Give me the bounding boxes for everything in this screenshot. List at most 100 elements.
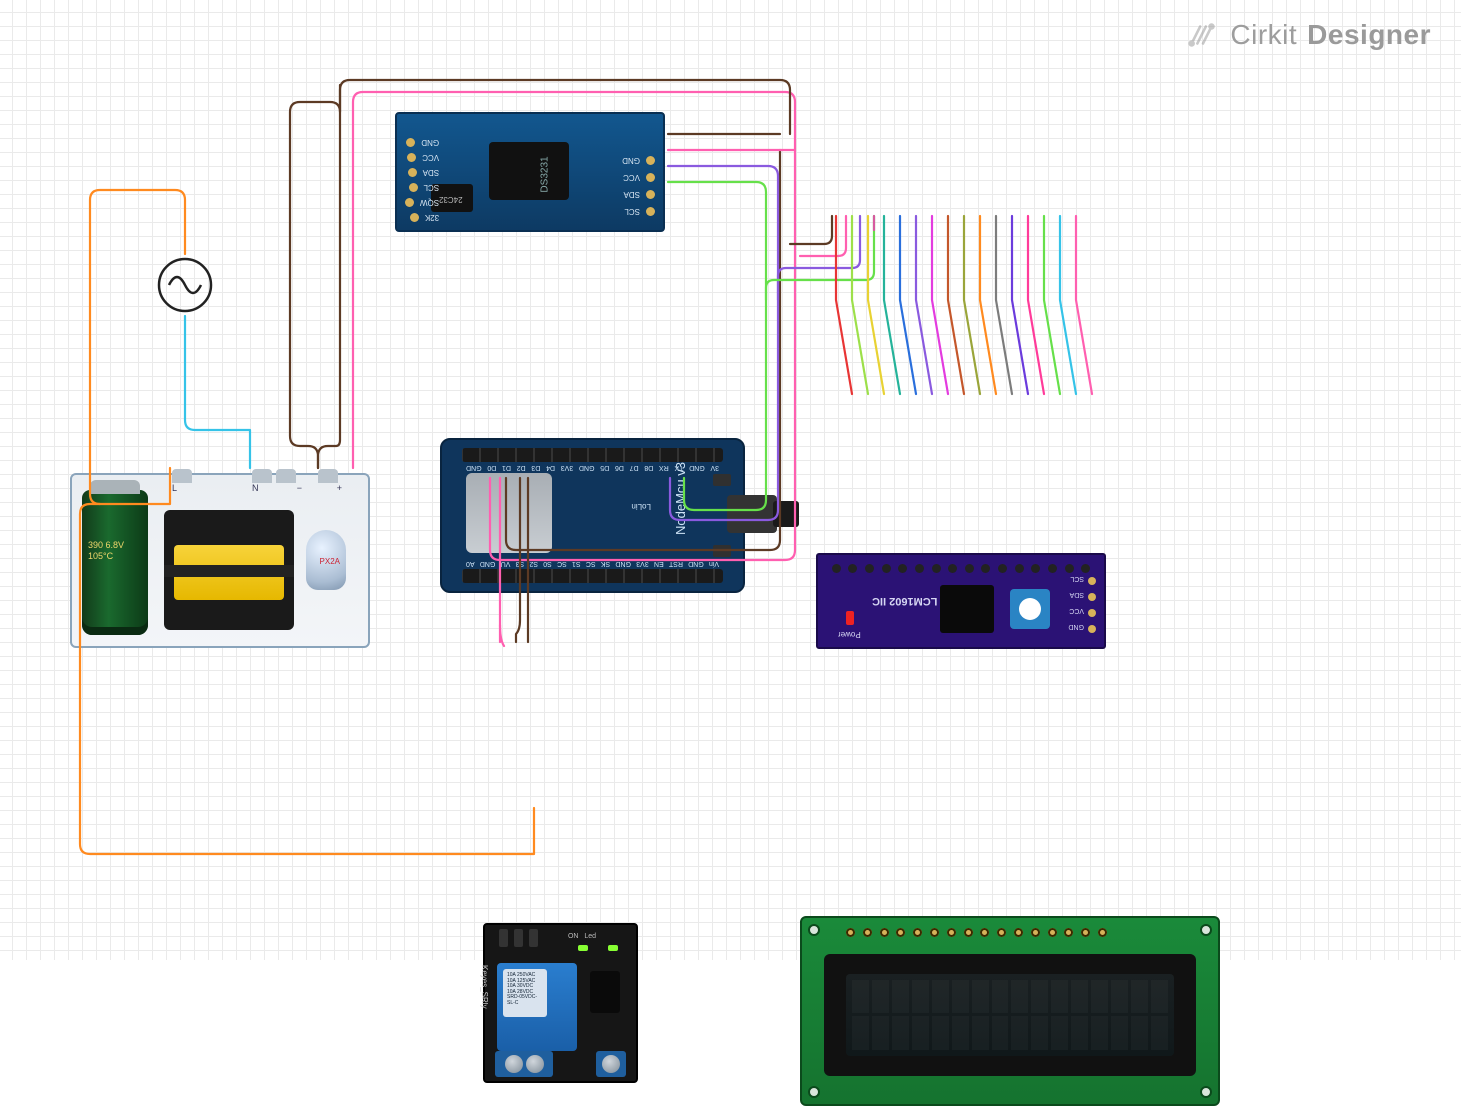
i2c-out-pin[interactable] [965,564,974,573]
wire-i2c-sda [778,216,860,300]
lcd-pin-header[interactable] [846,928,1107,937]
ac-source[interactable]: AC Source [155,255,215,315]
relay-pin-plus[interactable] [514,929,523,947]
i2c-out-pin[interactable] [1048,564,1057,573]
lcd-char-cell [952,1016,969,1050]
i2c-out-pin[interactable] [998,564,1007,573]
relay-screw-no[interactable] [505,1055,523,1073]
i2c-output-header[interactable] [828,559,1094,573]
nodemcu-pin-label: SC [586,560,596,567]
nodemcu-rst-button[interactable] [713,545,731,557]
lcd-pin[interactable] [1064,928,1073,937]
lcd-pin[interactable] [1081,928,1090,937]
i2c-out-pin[interactable] [932,564,941,573]
lcd-pin[interactable] [1031,928,1040,937]
i2c-out-pin[interactable] [865,564,874,573]
lcd-pin[interactable] [863,928,872,937]
nodemcu-pin-label: S2 [529,560,538,567]
rtc-pin-sda2[interactable]: SDA [624,190,640,199]
lcd-pin[interactable] [896,928,905,937]
psu-module[interactable]: 390 6.8V 105°C PX2A L N − + [70,473,370,648]
lcd-pin[interactable] [930,928,939,937]
nodemcu-pin-label: D8 [644,464,653,471]
rtc-chip-label: DS3231 [539,156,550,192]
nodemcu-pin-label: VU [501,560,511,567]
i2c-out-pin[interactable] [832,564,841,573]
wire-ac-top [90,190,185,504]
psu-pin-n[interactable] [252,469,272,483]
rtc-pin-32k[interactable]: 32K [425,213,439,222]
nodemcu-title: NodeMcu v3 [673,462,688,535]
psu-pin-vout[interactable] [318,469,338,483]
relay-pin-s[interactable] [499,929,508,947]
rtc-pin-sda[interactable]: SDA [423,168,439,177]
rtc-pin-vcc2[interactable]: VCC [623,173,640,182]
i2c-pin-scl[interactable]: SCL [1070,575,1084,582]
i2c-pin-vcc[interactable]: VCC [1069,607,1084,614]
i2c-contrast-pot-icon[interactable] [1010,589,1050,629]
psu-pin-gnd[interactable] [276,469,296,483]
lcd-pin[interactable] [947,928,956,937]
rtc-pin-vcc[interactable]: VCC [422,153,439,162]
nodemcu-labels-top: VinGNDRSTEN3V3GNDSKSCS1SCS0S2S3VUGNDA0 [466,560,719,567]
i2c-input-pins: GND VCC SDA SCL [1068,575,1096,633]
rtc-pin-gnd2[interactable]: GND [622,156,640,165]
rtc-module[interactable]: DS3231 24C32 SCL SDA VCC GND GND VCC SDA… [395,112,665,232]
i2c-out-pin[interactable] [948,564,957,573]
i2c-out-pin[interactable] [848,564,857,573]
relay-brand: Keyes_SRly [480,965,489,1009]
nodemcu-pin-label: D6 [615,464,624,471]
lcd-pin[interactable] [964,928,973,937]
psu-pin-l[interactable] [172,469,192,483]
i2c-out-pin[interactable] [1031,564,1040,573]
design-canvas[interactable]: Cirkit Designer AC Source 390 6.8V 105°C… [0,0,1461,960]
rtc-pin-gnd[interactable]: GND [421,138,439,147]
lcd-pin[interactable] [913,928,922,937]
i2c-out-pin[interactable] [1081,564,1090,573]
lcd-pin[interactable] [1014,928,1023,937]
relay-module[interactable]: ON Led 10A 250VAC 10A 125VAC 10A 30VDC 1… [483,923,638,1083]
lcd-char-cell [1091,980,1108,1014]
i2c-pin-gnd[interactable]: GND [1068,623,1084,630]
i2c-out-pin[interactable] [981,564,990,573]
psu-capacitor-icon: 390 6.8V 105°C [82,490,148,635]
wire-i2c-gnd [790,216,832,244]
relay-header-pins[interactable] [499,929,538,947]
lcd-char-cell [1091,1016,1108,1050]
lcd-pin[interactable] [846,928,855,937]
relay-opto-icon [590,971,620,1013]
nodemcu-pinheader-top[interactable] [462,569,723,583]
lcd-pin[interactable] [1098,928,1107,937]
lcd-pin[interactable] [997,928,1006,937]
rtc-pin-scl[interactable]: SCL [424,183,440,192]
relay-screw-com[interactable] [526,1055,544,1073]
i2c-chip-icon [940,585,994,633]
rtc-pin-sqw[interactable]: SQW [420,198,439,207]
i2c-pin-sda[interactable]: SDA [1070,591,1084,598]
lcd-pin[interactable] [980,928,989,937]
i2c-power-led-icon [846,611,854,625]
rtc-pin-scl2[interactable]: SCL [624,207,640,216]
wire-i2c-vcc [800,216,846,256]
lcd-pin[interactable] [1048,928,1057,937]
i2c-out-pin[interactable] [1015,564,1024,573]
relay-pin-minus[interactable] [529,929,538,947]
i2c-out-pin[interactable] [882,564,891,573]
lcd-char-cell [892,980,909,1014]
ac-source-label: AC Source [215,255,216,256]
relay-screws-left[interactable] [495,1051,553,1077]
nodemcu-flash-button[interactable] [713,474,731,486]
nodemcu-pinheader-bottom[interactable] [462,448,723,462]
lcd-pin[interactable] [880,928,889,937]
nodemcu-pin-label: 3V [710,464,719,471]
lcd-frame [824,954,1196,1076]
i2c-out-pin[interactable] [898,564,907,573]
relay-screws-right[interactable] [596,1051,626,1077]
i2c-out-pin[interactable] [1065,564,1074,573]
nodemcu-board[interactable]: VinGNDRSTEN3V3GNDSKSCS1SCS0S2S3VUGNDA0 3… [440,438,745,593]
relay-rating-label: 10A 250VAC 10A 125VAC 10A 30VDC 10A 28VD… [503,969,547,1017]
i2c-out-pin[interactable] [915,564,924,573]
relay-screw-nc[interactable] [602,1055,620,1073]
i2c-backpack[interactable]: Power LCM1602 IIC GND VCC SDA SCL [816,553,1106,649]
lcd-16x2[interactable] [800,916,1220,1106]
